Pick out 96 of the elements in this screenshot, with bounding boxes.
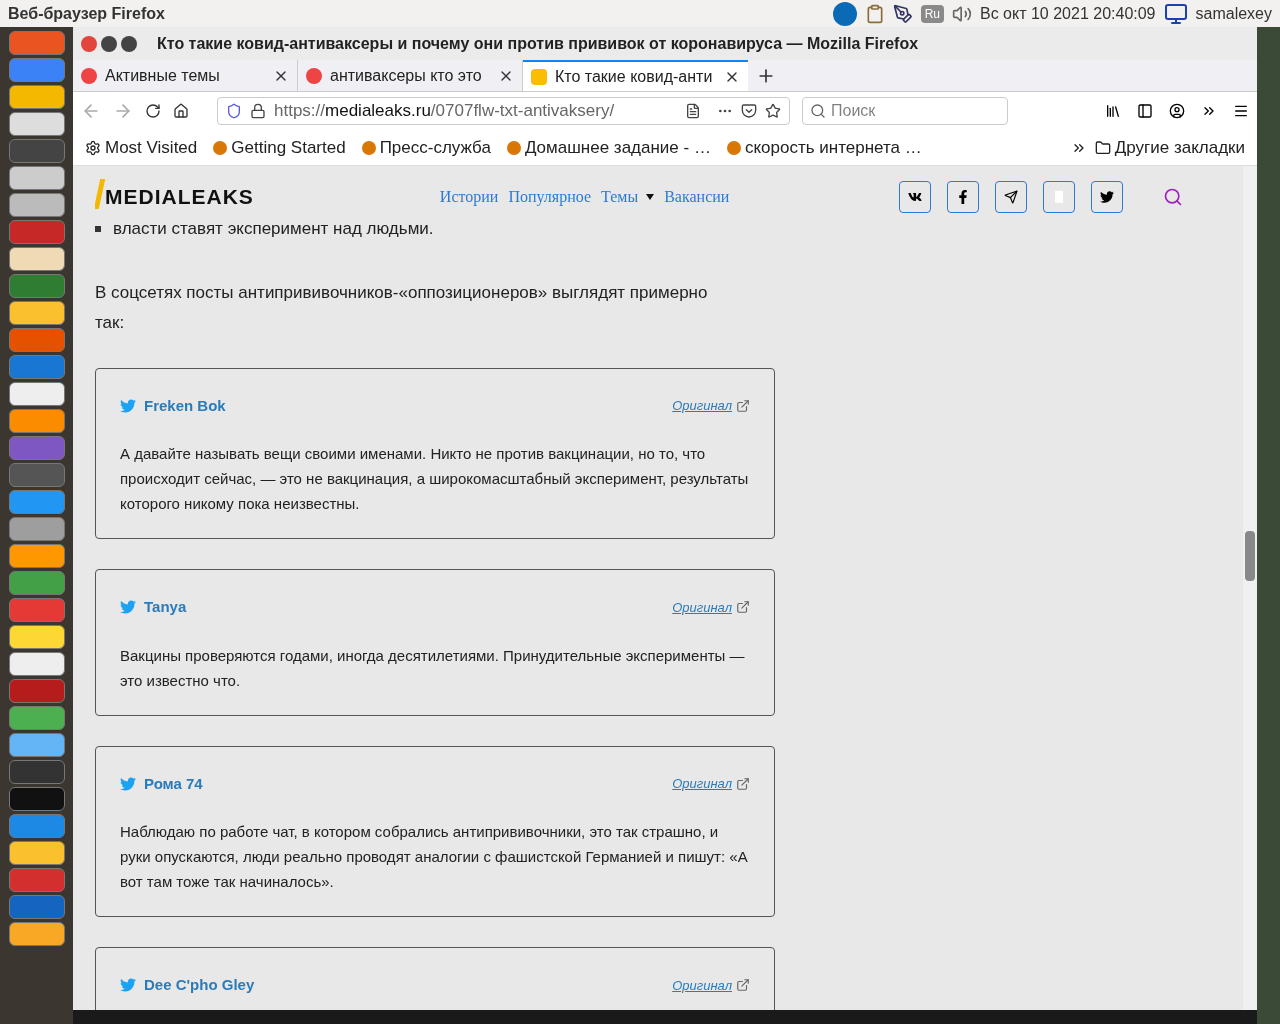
address-bar[interactable]: https://medialeaks.ru/0707flw-txt-antivaksery/ [217, 97, 790, 125]
app-launcher-icon[interactable] [8, 706, 65, 730]
app-launcher-icon[interactable] [8, 841, 65, 865]
scrollbar-thumb[interactable] [1245, 531, 1255, 581]
nav-link[interactable]: Популярное [508, 185, 592, 209]
tweet-author[interactable]: Freken Bok [144, 394, 226, 417]
reload-icon[interactable] [145, 103, 161, 119]
bullet-icon [95, 225, 101, 232]
nav-link[interactable]: Истории [439, 185, 499, 209]
gear-icon [85, 139, 101, 156]
minimize-icon[interactable] [101, 35, 117, 52]
search-icon [810, 103, 826, 119]
tweet-text: А давайте называть вещи своими именами. Никто не против вакцинации, но то, что происходит сейчас, — это не вакцинация, а широкомасштабный эксперимент, результаты которого никому пока неизвестны. [120, 444, 750, 514]
app-launcher-icon[interactable] [8, 193, 65, 217]
app-launcher-icon[interactable] [8, 517, 65, 541]
social-button[interactable] [947, 181, 980, 213]
volume-icon[interactable] [952, 3, 972, 24]
tab-title: Активные темы [105, 65, 221, 86]
external-link-icon [736, 600, 750, 615]
account-icon[interactable] [1169, 103, 1185, 119]
app-launcher-icon[interactable] [8, 733, 65, 757]
app-launcher-icon[interactable] [8, 922, 65, 946]
bookmark-item[interactable]: Пресс-служба [361, 134, 491, 161]
favicon-icon [213, 140, 228, 155]
browser-tab[interactable]: Кто такие ковид-анти [523, 60, 748, 91]
window-title: Кто такие ковид-антиваксеры и почему они против прививок от коронавируса — Mozilla Firefox [157, 33, 919, 54]
tweet-author[interactable]: Dee C'pho Gley [144, 974, 255, 997]
tweet-author[interactable]: Tanya [144, 596, 187, 619]
menu-icon[interactable] [1233, 103, 1249, 119]
pen-icon[interactable] [892, 3, 913, 24]
favicon-icon [506, 140, 521, 155]
tweet-text: Наблюдаю по работе чат, в котором собрались антипрививочники, это так страшно, и руки опускаются, люди реально проводят аналогии с фашистской Германией и пишут: «А вот там тоже так начиналось». [120, 822, 749, 892]
app-launcher-icon[interactable] [8, 652, 65, 676]
original-link[interactable]: Оригинал [672, 597, 732, 617]
tweet-text: Вакцины проверяются годами, иногда десятилетиями. Принудительные эксперименты — это известно что. [120, 645, 746, 691]
bookmark-star-icon[interactable] [765, 103, 781, 119]
app-launcher-icon[interactable] [8, 247, 65, 271]
app-title: Веб-браузер Firefox [8, 3, 165, 24]
article-paragraph: В соцсетях посты антипрививочников-«оппозиционеров» выглядят примерно так: [95, 281, 709, 334]
favicon-icon [81, 67, 97, 84]
shield-icon[interactable] [226, 103, 242, 119]
tab-title: Кто такие ковид-анти [555, 66, 714, 87]
maximize-icon[interactable] [121, 35, 137, 52]
pocket-icon[interactable] [741, 103, 757, 119]
bookmark-folder[interactable]: Другие закладки [1094, 134, 1245, 161]
app-launcher-icon[interactable] [8, 787, 65, 811]
app-launcher-icon[interactable] [8, 544, 65, 568]
bird-icon [120, 977, 136, 994]
bookmark-item[interactable]: скорость интернета … [726, 134, 922, 161]
lock-icon[interactable] [250, 103, 266, 119]
bookmark-item[interactable]: Most Visited [85, 134, 198, 161]
external-link-icon [736, 398, 750, 413]
bookmark-item[interactable]: Getting Started [213, 134, 346, 161]
search-icon[interactable] [1163, 187, 1184, 207]
favicon-icon [726, 140, 741, 155]
favicon-icon [361, 140, 376, 155]
social-button[interactable] [899, 181, 932, 213]
social-button[interactable] [995, 181, 1028, 213]
app-launcher-icon[interactable] [8, 112, 65, 136]
tab-title: антиваксеры кто это [330, 65, 483, 86]
monitor-icon [1163, 1, 1188, 26]
sidebar-icon[interactable] [1137, 103, 1153, 119]
browser-tab[interactable]: Активные темы [73, 60, 298, 91]
bookmark-item[interactable]: Домашнее задание - … [506, 134, 711, 161]
list-item-text: власти ставят эксперимент над людьми. [113, 218, 434, 240]
home-icon[interactable] [173, 103, 189, 119]
external-link-icon [736, 776, 750, 791]
user-name[interactable]: samalexey [1195, 1, 1272, 26]
bird-icon [120, 599, 136, 616]
dropdown-caret-icon [646, 194, 655, 200]
bird-icon [120, 397, 136, 414]
app-launcher-icon[interactable] [8, 85, 65, 109]
reader-view-icon[interactable] [685, 103, 701, 119]
library-icon[interactable] [1105, 103, 1121, 119]
external-link-icon [736, 978, 750, 993]
nav-link[interactable]: Темы [601, 185, 655, 209]
clock[interactable]: Вс окт 10 2021 20:40:09 [980, 1, 1156, 26]
original-link[interactable]: Оригинал [672, 975, 732, 995]
search-field[interactable]: Поиск [802, 97, 1008, 125]
app-launcher-icon[interactable] [8, 625, 65, 649]
app-launcher-icon[interactable] [8, 382, 65, 406]
original-link[interactable]: Оригинал [672, 396, 732, 416]
close-icon[interactable] [81, 35, 97, 52]
app-launcher-icon[interactable] [8, 301, 65, 325]
favicon-icon [306, 67, 322, 84]
url-text: https://medialeaks.ru/0707flw-txt-antivaksery/ [274, 100, 615, 123]
bird-icon [120, 775, 136, 792]
social-button[interactable] [1091, 181, 1124, 213]
site-logo[interactable]: MEDIALEAKS [95, 175, 256, 219]
app-launcher-icon[interactable] [8, 166, 65, 190]
tweet-author[interactable]: Рома 74 [144, 772, 203, 795]
folder-icon [1094, 139, 1111, 156]
original-link[interactable]: Оригинал [672, 774, 732, 794]
nav-link[interactable]: Вакансии [664, 185, 730, 209]
favicon-icon [531, 68, 547, 85]
app-launcher-icon[interactable] [8, 409, 65, 433]
